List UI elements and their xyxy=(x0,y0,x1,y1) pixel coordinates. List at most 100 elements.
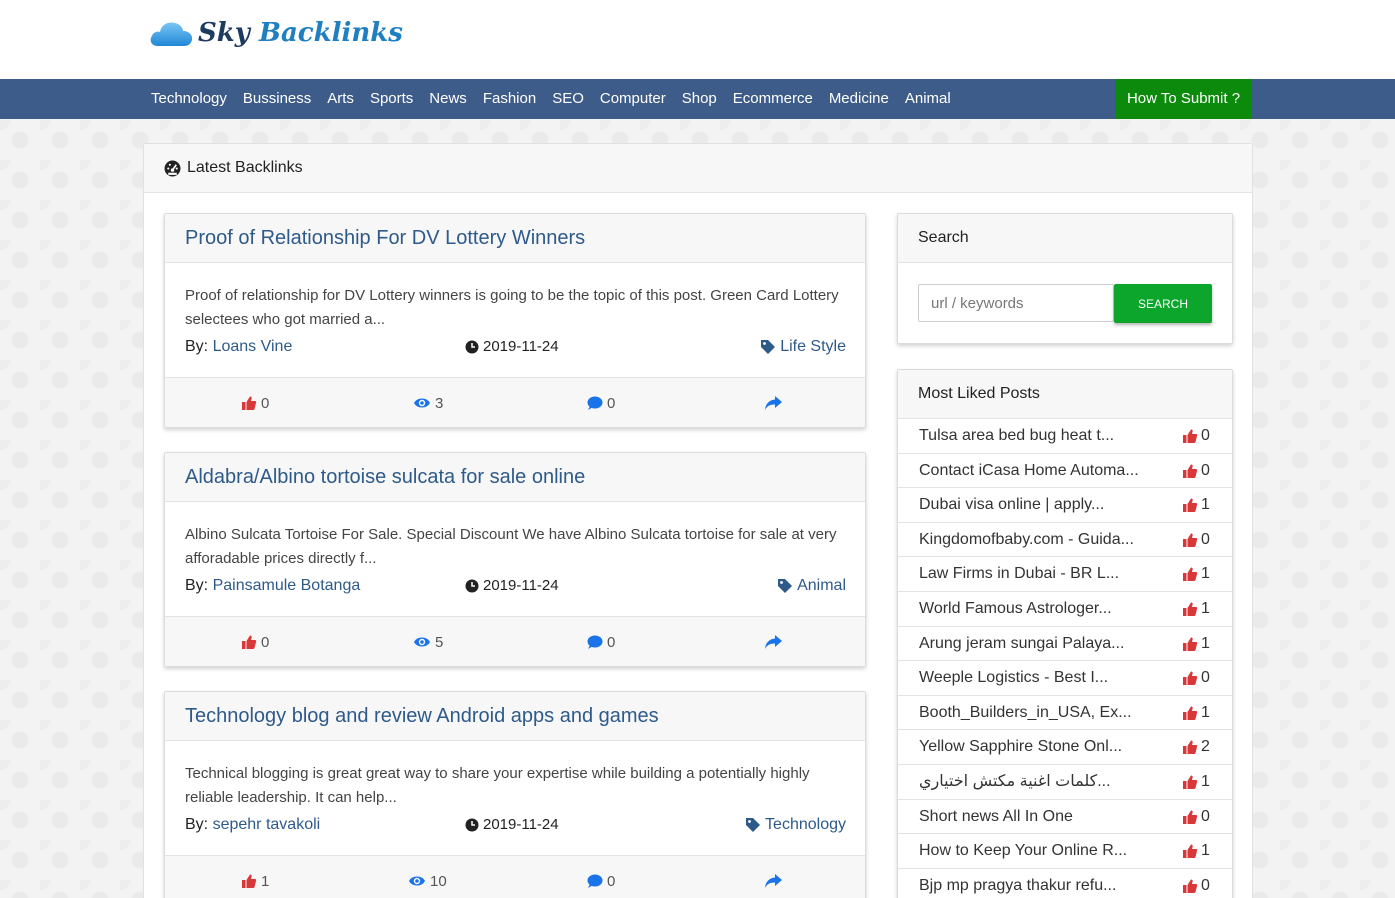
liked-post-title[interactable]: World Famous Astrologer... xyxy=(919,592,1112,626)
post-card: Technology blog and review Android apps … xyxy=(164,691,866,898)
post-title[interactable]: Proof of Relationship For DV Lottery Win… xyxy=(165,214,865,263)
liked-post-title[interactable]: Law Firms in Dubai - BR L... xyxy=(919,557,1119,591)
post-title[interactable]: Aldabra/Albino tortoise sulcata for sale… xyxy=(165,453,865,502)
liked-post-title[interactable]: Short news All In One xyxy=(919,800,1073,834)
share-button[interactable] xyxy=(765,617,786,667)
liked-post-title[interactable]: Contact iCasa Home Automa... xyxy=(919,454,1139,488)
list-item[interactable]: Bjp mp pragya thakur refu... 0 xyxy=(898,869,1232,898)
liked-post-likes: 1 xyxy=(1182,627,1210,661)
author-link[interactable]: Loans Vine xyxy=(213,338,293,355)
like-count: 0 xyxy=(1201,807,1210,825)
nav-item-arts[interactable]: Arts xyxy=(319,79,362,119)
like-stat[interactable]: 0 xyxy=(241,378,269,428)
like-stat[interactable]: 0 xyxy=(241,617,269,667)
thumbs-up-icon xyxy=(1183,533,1198,547)
liked-post-title[interactable]: Tulsa area bed bug heat t... xyxy=(919,419,1114,453)
list-item[interactable]: Contact iCasa Home Automa... 0 xyxy=(898,454,1232,489)
post-category-text: Animal xyxy=(797,577,846,594)
thumbs-up-icon xyxy=(1183,879,1198,893)
search-button[interactable]: SEARCH xyxy=(1114,284,1212,323)
author-link[interactable]: sepehr tavakoli xyxy=(213,816,321,833)
nav-item-ecommerce[interactable]: Ecommerce xyxy=(725,79,821,119)
list-item[interactable]: Booth_Builders_in_USA, Ex... 1 xyxy=(898,696,1232,731)
latest-backlinks-header: Latest Backlinks xyxy=(144,144,1252,193)
list-item[interactable]: كلمات اغنية مكتش اختياري... 1 xyxy=(898,765,1232,800)
thumbs-up-icon xyxy=(1183,671,1198,686)
how-to-submit-button[interactable]: How To Submit ? xyxy=(1115,79,1252,119)
view-stat: 10 xyxy=(408,856,447,898)
liked-post-title[interactable]: Bjp mp pragya thakur refu... xyxy=(919,869,1116,898)
nav-item-seo[interactable]: SEO xyxy=(544,79,592,119)
like-count: 1 xyxy=(1201,496,1210,514)
most-liked-heading: Most Liked Posts xyxy=(898,370,1232,419)
liked-post-likes: 0 xyxy=(1182,800,1210,834)
liked-post-likes: 1 xyxy=(1182,834,1210,868)
list-item[interactable]: Dubai visa online | apply... 1 xyxy=(898,488,1232,523)
comment-stat[interactable]: 0 xyxy=(586,617,615,667)
list-item[interactable]: How to Keep Your Online R... 1 xyxy=(898,834,1232,869)
liked-post-title[interactable]: Dubai visa online | apply... xyxy=(919,488,1104,522)
liked-post-title[interactable]: كلمات اغنية مكتش اختياري... xyxy=(919,765,1111,799)
list-item[interactable]: Weeple Logistics - Best I... 0 xyxy=(898,661,1232,696)
share-icon xyxy=(765,396,782,410)
post-category[interactable]: Technology xyxy=(745,816,846,834)
author-link[interactable]: Painsamule Botanga xyxy=(213,577,361,594)
list-item[interactable]: Tulsa area bed bug heat t... 0 xyxy=(898,419,1232,454)
post-category-text: Technology xyxy=(765,816,846,833)
thumbs-up-icon xyxy=(1183,567,1198,582)
thumbs-up-icon xyxy=(1183,498,1198,513)
liked-post-title[interactable]: Weeple Logistics - Best I... xyxy=(919,661,1108,695)
nav-item-technology[interactable]: Technology xyxy=(143,79,235,119)
like-count: 0 xyxy=(1201,669,1210,687)
list-item[interactable]: Kingdomofbaby.com - Guida... 0 xyxy=(898,523,1232,558)
comment-stat[interactable]: 0 xyxy=(586,856,615,898)
nav-item-news[interactable]: News xyxy=(421,79,475,119)
liked-post-likes: 1 xyxy=(1182,488,1210,522)
nav-item-medicine[interactable]: Medicine xyxy=(821,79,897,119)
nav-item-shop[interactable]: Shop xyxy=(674,79,725,119)
clock-icon xyxy=(465,340,479,353)
share-button[interactable] xyxy=(765,378,786,428)
like-count: 1 xyxy=(1201,703,1210,721)
comment-stat[interactable]: 0 xyxy=(586,378,615,428)
nav-item-fashion[interactable]: Fashion xyxy=(475,79,544,119)
nav-item-bussiness[interactable]: Bussiness xyxy=(235,79,319,119)
share-button[interactable] xyxy=(765,856,786,898)
list-item[interactable]: Short news All In One 0 xyxy=(898,800,1232,835)
comment-count: 0 xyxy=(607,394,616,412)
search-input[interactable] xyxy=(918,284,1114,322)
thumbs-up-icon xyxy=(1183,810,1198,824)
post-date-text: 2019-11-24 xyxy=(483,338,559,355)
liked-post-title[interactable]: Yellow Sapphire Stone Onl... xyxy=(919,730,1122,764)
post-description: Proof of relationship for DV Lottery win… xyxy=(185,287,839,328)
comment-icon xyxy=(587,874,603,888)
like-count: 1 xyxy=(1201,842,1210,860)
nav-item-computer[interactable]: Computer xyxy=(592,79,674,119)
list-item[interactable]: Arung jeram sungai Palaya... 1 xyxy=(898,627,1232,662)
liked-post-title[interactable]: Arung jeram sungai Palaya... xyxy=(919,627,1124,661)
post-meta: By: sepehr tavakoli 2019-11-24 Technolog… xyxy=(185,816,846,838)
clock-icon xyxy=(465,818,479,831)
site-header: Sky Backlinks xyxy=(0,0,1395,79)
nav-item-sports[interactable]: Sports xyxy=(362,79,421,119)
thumbs-up-icon xyxy=(242,874,257,888)
like-count: 1 xyxy=(1201,772,1210,790)
like-count: 0 xyxy=(261,633,270,651)
liked-post-title[interactable]: How to Keep Your Online R... xyxy=(919,834,1127,868)
liked-post-title[interactable]: Kingdomofbaby.com - Guida... xyxy=(919,523,1134,557)
like-stat[interactable]: 1 xyxy=(241,856,269,898)
nav-item-animal[interactable]: Animal xyxy=(897,79,959,119)
liked-post-title[interactable]: Booth_Builders_in_USA, Ex... xyxy=(919,696,1132,730)
list-item[interactable]: Law Firms in Dubai - BR L... 1 xyxy=(898,557,1232,592)
list-item[interactable]: World Famous Astrologer... 1 xyxy=(898,592,1232,627)
post-title[interactable]: Technology blog and review Android apps … xyxy=(165,692,865,741)
post-meta: By: Loans Vine 2019-11-24 Life Style xyxy=(185,338,846,360)
list-item[interactable]: Yellow Sapphire Stone Onl... 2 xyxy=(898,730,1232,765)
eye-icon xyxy=(414,398,430,408)
post-stats-bar: 0 5 0 xyxy=(165,616,865,666)
like-count: 0 xyxy=(1201,530,1210,548)
post-category[interactable]: Life Style xyxy=(760,338,846,356)
liked-post-likes: 1 xyxy=(1182,557,1210,591)
post-category[interactable]: Animal xyxy=(777,577,846,595)
site-logo[interactable]: Sky Backlinks xyxy=(148,18,403,48)
